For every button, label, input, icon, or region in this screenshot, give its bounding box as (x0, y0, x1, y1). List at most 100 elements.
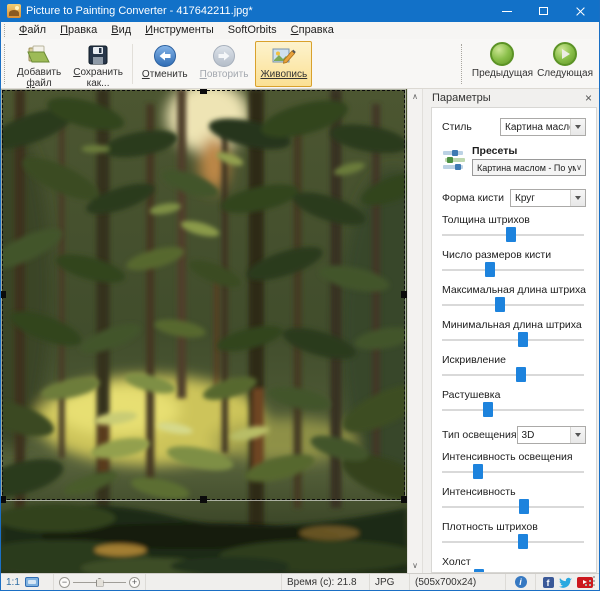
panel-close-button[interactable]: × (585, 92, 592, 104)
intensity-label: Интенсивность (442, 486, 516, 498)
title-bar: Picture to Painting Converter - 41764221… (1, 0, 599, 22)
menu-tools[interactable]: Инструменты (138, 22, 221, 39)
slider-track (442, 338, 584, 341)
next-image-button[interactable]: Следующая (535, 40, 595, 88)
canvas-slider[interactable] (442, 569, 586, 572)
slider-handle[interactable] (517, 534, 528, 549)
maximize-icon (539, 7, 548, 15)
save-as-button[interactable]: Сохранить как... (68, 41, 128, 89)
selection-handle-left-middle[interactable] (1, 291, 6, 298)
minimize-icon (501, 10, 512, 12)
lighting-type-label: Тип освещения (442, 429, 517, 441)
add-file-label: Добавить файл (17, 67, 62, 89)
menu-edit[interactable]: Правка (53, 22, 104, 39)
redo-button[interactable]: Повторить (195, 41, 254, 87)
selection-handle-bottom-center[interactable] (199, 496, 207, 503)
minimize-button[interactable] (488, 0, 525, 22)
slider-handle[interactable] (473, 464, 483, 479)
style-select[interactable]: Картина маслом (500, 118, 586, 136)
selection-handle-bottom-right[interactable] (401, 496, 407, 503)
toolbar: Добавить файл Сохранить как... Отменить … (1, 39, 599, 89)
zoom-slider-segment: − + (53, 574, 145, 590)
presets-select[interactable]: Картина маслом - По умолча ∨ (472, 159, 586, 176)
max-stroke-length-slider[interactable] (442, 297, 586, 312)
selection-marquee[interactable] (1, 89, 407, 503)
selection-handle-bottom-left[interactable] (1, 496, 6, 503)
zoom-slider-track[interactable] (73, 577, 126, 587)
slider-handle[interactable] (506, 227, 517, 242)
zoom-slider-handle[interactable] (95, 577, 104, 587)
selection-handle-top-center[interactable] (199, 89, 207, 94)
next-arrow-icon (553, 42, 578, 66)
previous-image-button[interactable]: Предыдущая (470, 40, 535, 88)
fit-to-window-icon[interactable] (24, 577, 39, 587)
open-folder-icon (26, 44, 52, 66)
style-value: Картина маслом (505, 121, 570, 133)
curvature-slider[interactable] (442, 367, 586, 382)
slider-handle[interactable] (474, 569, 485, 572)
curvature-label: Искривление (442, 354, 506, 366)
menu-help[interactable]: Справка (284, 22, 341, 39)
lighting-intensity-slider[interactable] (442, 464, 586, 479)
close-icon (575, 6, 586, 17)
slider-handle[interactable] (519, 499, 530, 514)
zoom-out-button[interactable]: − (59, 576, 70, 588)
slider-handle[interactable] (494, 297, 505, 312)
brush-size-count-slider[interactable] (442, 262, 586, 277)
redo-label: Повторить (199, 69, 249, 80)
brush-size-count-label: Число размеров кисти (442, 249, 552, 261)
feathering-slider[interactable] (442, 402, 586, 417)
presets-column: Пресеты Картина маслом - По умолча ∨ (472, 145, 586, 176)
window-controls (488, 0, 599, 22)
chevron-down-icon[interactable] (570, 190, 585, 206)
toolbar-separator-dotted (460, 44, 466, 84)
scroll-up-icon[interactable]: ∧ (412, 92, 418, 101)
paint-button[interactable]: Живопись (255, 41, 313, 87)
info-icon[interactable]: i (514, 576, 527, 588)
zoom-ratio-segment: 1:1 (1, 574, 53, 590)
next-label: Следующая (537, 68, 593, 79)
slider-handle[interactable] (483, 402, 494, 417)
panel-scrollbar[interactable]: ∧ ∨ (407, 89, 423, 573)
chevron-down-icon: ∨ (576, 163, 582, 172)
image-canvas[interactable] (1, 89, 407, 573)
min-stroke-length-label: Минимальная длина штриха (442, 319, 582, 331)
stroke-density-slider[interactable] (442, 534, 586, 549)
panel-header: Параметры × (423, 89, 599, 107)
undo-button[interactable]: Отменить (137, 41, 193, 87)
slider-track (442, 373, 584, 376)
menu-view[interactable]: Вид (104, 22, 138, 39)
resize-grip[interactable] (593, 576, 595, 578)
intensity-slider[interactable] (442, 499, 586, 514)
undo-icon (153, 44, 177, 68)
maximize-button[interactable] (525, 0, 562, 22)
add-file-button[interactable]: Добавить файл (12, 41, 66, 89)
facebook-icon[interactable]: f (542, 576, 554, 588)
file-format-value: JPG (375, 576, 395, 588)
lighting-type-select[interactable]: 3D (516, 426, 586, 444)
slider-track (442, 268, 584, 271)
scroll-down-icon[interactable]: ∨ (412, 561, 418, 570)
zoom-in-button[interactable]: + (129, 576, 140, 588)
stroke-thickness-label: Толщина штрихов (442, 214, 530, 226)
slider-handle[interactable] (516, 367, 527, 382)
slider-handle[interactable] (484, 262, 495, 277)
menu-softorbits[interactable]: SoftOrbits (221, 22, 284, 39)
zoom-ratio-value: 1:1 (6, 576, 20, 588)
brush-shape-select[interactable]: Круг (510, 189, 586, 207)
min-stroke-length-slider[interactable] (442, 332, 586, 347)
close-button[interactable] (562, 0, 599, 22)
menu-file[interactable]: Файл (12, 22, 53, 39)
twitter-icon[interactable] (558, 577, 572, 588)
slider-handle[interactable] (517, 332, 528, 347)
brush-shape-label: Форма кисти (442, 192, 505, 204)
slider-track (442, 408, 584, 411)
menu-gripper (4, 24, 9, 37)
youtube-icon[interactable] (576, 576, 593, 588)
chevron-down-icon[interactable] (570, 119, 585, 135)
image-dimensions-value: (505x700x24) (415, 576, 477, 588)
app-icon (7, 4, 21, 18)
stroke-thickness-slider[interactable] (442, 227, 586, 242)
chevron-down-icon[interactable] (570, 427, 585, 443)
selection-handle-right-middle[interactable] (401, 291, 407, 298)
